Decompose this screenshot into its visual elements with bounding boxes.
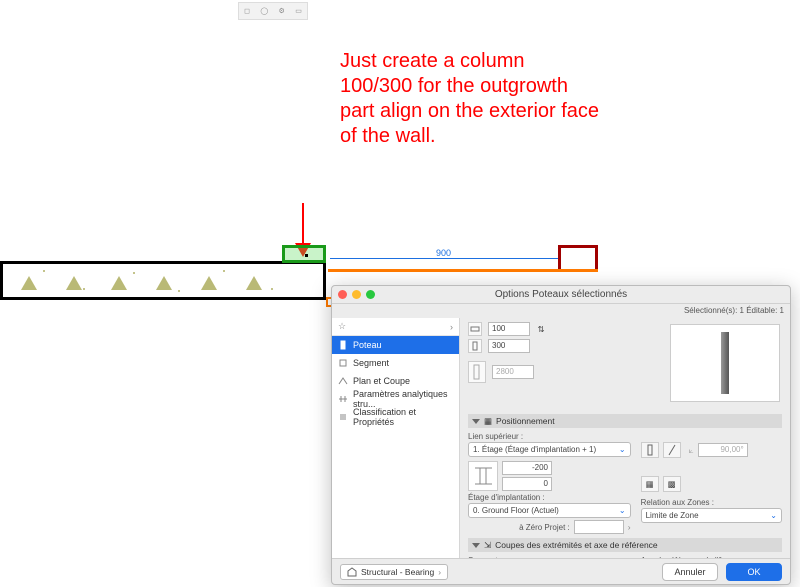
sidebar-item-plan[interactable]: Plan et Coupe [332, 372, 459, 390]
chevron-down-icon: ⌄ [770, 511, 777, 520]
chevron-down-icon: ⌄ [619, 445, 626, 454]
dimension-value: 900 [436, 248, 451, 258]
tool-icon[interactable]: ⚙ [279, 7, 285, 15]
column-icon [338, 340, 348, 350]
sidebar-item-label: Segment [353, 358, 389, 368]
section-title: Positionnement [496, 416, 555, 426]
link-top-label: Lien supérieur : [468, 432, 631, 441]
guide-line [328, 269, 598, 272]
sidebar-item-label: Classification et Propriétés [353, 407, 453, 427]
link-icon[interactable]: ⇅ [536, 322, 546, 336]
chevron-right-icon: › [450, 322, 453, 332]
tool-icon[interactable]: ▭ [295, 7, 302, 15]
favorites-row[interactable]: ☆ › [332, 318, 459, 336]
display-mode-a[interactable]: ▦ [641, 476, 659, 492]
dialog-title: Options Poteaux sélectionnés [332, 289, 790, 300]
tool-icon[interactable]: ◻ [244, 7, 250, 15]
dimension-line [330, 258, 558, 259]
sidebar-item-label: Paramètres analytiques stru... [353, 389, 453, 409]
slant-angled-button[interactable] [663, 442, 681, 458]
section-ends[interactable]: ⇲ Coupes des extrémités et axe de référe… [468, 538, 782, 552]
height-input[interactable]: 2800 [492, 365, 534, 379]
sidebar-item-poteau[interactable]: Poteau [332, 336, 459, 354]
depth-icon [468, 339, 482, 353]
settings-main: 100 ⇅ 300 2800 ▦ Positionnement [460, 318, 790, 558]
cancel-button[interactable]: Annuler [662, 563, 718, 581]
story-label: Étage d'implantation : [468, 493, 631, 502]
column-selection[interactable] [282, 245, 326, 263]
annotation-text: Just create a column 100/300 for the out… [340, 49, 600, 149]
tool-icon[interactable]: ◯ [260, 7, 268, 15]
wall-plan [0, 261, 326, 300]
chevron-down-icon: ⌄ [619, 506, 626, 515]
column-elev-icon [468, 461, 498, 491]
select-value: 0. Ground Floor (Actuel) [473, 506, 559, 515]
zero-value[interactable] [574, 520, 624, 534]
story-select[interactable]: 0. Ground Floor (Actuel) ⌄ [468, 503, 631, 518]
zone-label: Relation aux Zones : [641, 498, 782, 507]
settings-sidebar: ☆ › Poteau Segment Plan et Coupe P [332, 318, 460, 558]
plan-icon [338, 376, 348, 386]
column-red [558, 245, 598, 269]
offset-top-input[interactable]: -200 [502, 461, 552, 475]
annotation-leader [302, 203, 304, 243]
slant-vertical-button[interactable] [641, 442, 659, 458]
star-icon: ☆ [338, 321, 346, 332]
section-icon: ⇲ [484, 540, 491, 551]
sidebar-item-classification[interactable]: Classification et Propriétés [332, 408, 459, 426]
titlebar: Options Poteaux sélectionnés [332, 286, 790, 304]
depth-input[interactable]: 300 [488, 339, 530, 353]
section-positioning[interactable]: ▦ Positionnement [468, 414, 782, 428]
link-top-select[interactable]: 1. Étage (Étage d'implantation + 1) ⌄ [468, 442, 631, 457]
segment-icon [338, 358, 348, 368]
ok-button[interactable]: OK [726, 563, 782, 581]
analytical-icon [338, 394, 348, 404]
structural-label: Structural - Bearing [361, 567, 434, 577]
sidebar-item-analytical[interactable]: Paramètres analytiques stru... [332, 390, 459, 408]
selection-info: Sélectionné(s): 1 Éditable: 1 [684, 304, 784, 318]
select-value: 1. Étage (Étage d'implantation + 1) [473, 445, 596, 454]
sidebar-item-segment[interactable]: Segment [332, 354, 459, 372]
structural-icon [347, 567, 357, 577]
guide-line [326, 297, 328, 305]
dialog-footer: Structural - Bearing › Annuler OK [332, 558, 790, 584]
chevron-right-icon[interactable]: › [628, 522, 631, 532]
sidebar-item-label: Plan et Coupe [353, 376, 410, 386]
display-mode-b[interactable]: ▩ [663, 476, 681, 492]
toolbar-fragment: ◻ ◯ ⚙ ▭ [238, 2, 308, 20]
chevron-down-icon [472, 419, 480, 424]
select-value: Limite de Zone [646, 511, 699, 520]
sidebar-item-label: Poteau [353, 340, 382, 350]
chevron-right-icon: › [438, 567, 441, 577]
slant-angle: 90,00° [698, 443, 748, 457]
zero-label: à Zéro Projet : [468, 523, 570, 532]
structural-select[interactable]: Structural - Bearing › [340, 564, 448, 580]
offset-bottom-input[interactable]: 0 [502, 477, 552, 491]
height-icon [468, 361, 486, 383]
width-icon [468, 322, 482, 336]
section-title: ▦ [484, 416, 492, 427]
column-options-dialog: Options Poteaux sélectionnés Sélectionné… [331, 285, 791, 585]
preview-3d [670, 324, 780, 402]
chevron-down-icon [472, 543, 480, 548]
list-icon [338, 412, 348, 422]
zone-select[interactable]: Limite de Zone ⌄ [641, 508, 782, 523]
width-input[interactable]: 100 [488, 322, 530, 336]
section-title: Coupes des extrémités et axe de référenc… [495, 540, 658, 550]
